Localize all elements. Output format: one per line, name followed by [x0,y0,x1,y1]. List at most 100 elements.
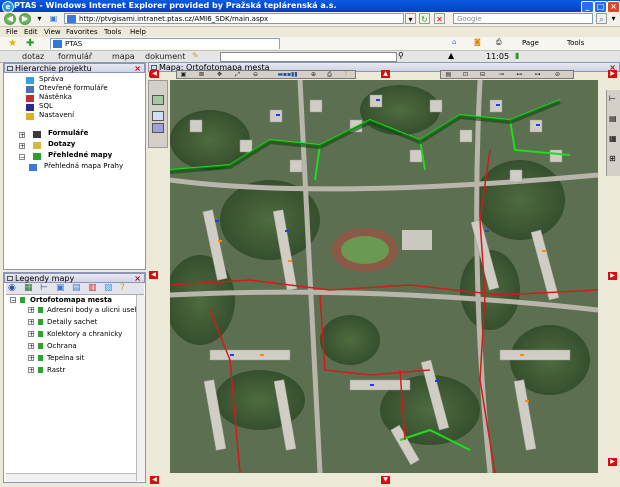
info-tool-icon[interactable] [152,111,164,121]
buffer-icon[interactable]: ⊶ [533,71,542,78]
expand-icon[interactable]: + [28,331,34,338]
pan-icon[interactable]: ✥ [215,71,224,78]
tree-item-sprava[interactable]: Správa [39,75,64,84]
identify-icon[interactable]: ⊟ [478,71,487,78]
collapse-right-arrow-icon[interactable]: ▶ [608,458,617,466]
select-area-icon[interactable]: ⊡ [461,71,470,78]
layer-check-icon[interactable] [38,355,43,361]
add-favorite-icon[interactable]: ✚ [26,38,34,49]
map-canvas[interactable] [170,80,598,473]
layer-tool-icon[interactable] [152,95,164,105]
zoom-out-icon[interactable]: ⊖ [251,71,260,78]
legend-export-icon[interactable]: ▧ [104,283,113,293]
app-menu-dotaz[interactable]: dotaz [22,51,44,62]
refresh-button[interactable]: ↻ [419,13,430,24]
menu-file[interactable]: File [6,27,18,37]
tree-group-dotazy[interactable]: Dotazy [48,140,75,149]
expand-icon[interactable]: + [28,343,34,350]
legend-help-icon[interactable]: ? [120,283,125,293]
layer-check-icon[interactable] [20,297,25,303]
orthophoto-map[interactable] [170,80,598,473]
print-map-icon[interactable]: ⎙ [325,71,334,78]
tree-item-nastaveni[interactable]: Nastavení [39,111,74,120]
grid-tool-icon[interactable] [152,123,164,133]
forward-button[interactable]: ▶ [19,13,31,25]
collapse-left-arrow-icon[interactable]: ◀ [149,271,158,279]
layer-check-icon[interactable] [38,319,43,325]
measure-area-icon[interactable]: ⊷ [515,71,524,78]
map-help-icon[interactable]: ? [341,71,350,78]
legend-layers-icon[interactable]: ▦ [24,283,33,293]
legend-root[interactable]: Ortofotomapa mesta [30,296,112,304]
search-icon[interactable]: ⌕ [596,13,607,24]
collapse-right-arrow-icon[interactable]: ▶ [608,70,617,78]
collapse-bottom-arrow-icon[interactable]: ▼ [381,476,390,484]
legend-layer[interactable]: Kolektory a chranicky [47,330,122,338]
expand-icon[interactable]: + [19,143,25,150]
ruler-icon[interactable]: ⊢ [609,94,616,103]
print-icon[interactable]: ⎙ [496,38,502,47]
close-panel-icon[interactable]: × [134,64,141,73]
layer-check-icon[interactable] [38,331,43,337]
select-tool-icon[interactable]: ▣ [179,71,188,78]
legend-tool-icon[interactable]: ◉ [8,283,16,293]
tree-group-formulare[interactable]: Formuláře [48,129,88,138]
favorites-star-icon[interactable]: ★ [8,38,17,49]
expand-icon[interactable]: + [19,132,25,139]
legend-vertical-scrollbar[interactable] [136,295,145,481]
binoculars-icon[interactable]: ⚲ [398,51,404,60]
expand-icon[interactable]: + [28,367,34,374]
tools-menu[interactable]: Tools [567,38,584,49]
menu-favorites[interactable]: Favorites [66,27,98,37]
collapse-top-arrow-icon[interactable]: ▲ [381,70,390,78]
tab-ptas[interactable]: PTAS [50,38,280,49]
collapse-icon[interactable]: − [19,154,25,161]
app-search-input[interactable] [220,52,397,62]
collapse-left-arrow-icon[interactable]: ◀ [150,70,159,78]
feeds-icon[interactable]: ◙ [474,38,481,46]
zoom-window-icon[interactable]: ⊠ [197,71,206,78]
layer-check-icon[interactable] [38,367,43,373]
tree-item-prehledna-mapa[interactable]: Přehledná mapa Prahy [44,162,123,171]
tree-group-prehledne-mapy[interactable]: Přehledné mapy [48,151,112,160]
zoom-in-icon[interactable]: ⊕ [309,71,318,78]
menu-view[interactable]: View [44,27,61,37]
layer-check-icon[interactable] [38,307,43,313]
zoom-extent-icon[interactable]: ⤢ [233,71,242,78]
expand-icon[interactable]: + [28,355,34,362]
legend-horizontal-scrollbar[interactable] [6,473,136,482]
legend-layer[interactable]: Adresni body a ulicni usek [47,306,139,314]
stop-button[interactable]: ✕ [434,13,445,24]
home-icon[interactable]: ⌂ [452,38,456,46]
legend-layer[interactable]: Ochrana [47,342,77,350]
app-menu-dokument[interactable]: dokument [145,51,185,62]
tools-icon[interactable]: ⊞ [609,154,616,163]
collapse-icon[interactable]: − [10,297,16,304]
search-input[interactable]: Google [453,13,593,24]
tree-item-otevrene[interactable]: Otevřené formuláře [39,84,108,93]
search-options-icon[interactable]: ▾ [608,13,619,24]
legend-layer[interactable]: Detaily sachet [47,318,97,326]
overview-icon[interactable]: ▦ [609,134,617,143]
url-field[interactable]: http://ptvgisami.intranet.ptas.cz/AMI6_S… [64,13,404,24]
legend-tree-icon[interactable]: ⊢ [40,283,48,293]
app-menu-mapa[interactable]: mapa [112,51,135,62]
legend-map-icon[interactable]: ▣ [56,283,65,293]
clear-selection-icon[interactable]: ⊘ [553,71,562,78]
back-button[interactable]: ◀ [4,13,16,25]
legend-layer[interactable]: Tepelna sit [47,354,84,362]
legend-view-icon[interactable]: ▤ [72,283,81,293]
expand-icon[interactable]: + [28,307,34,314]
help-folder-icon[interactable]: ✎ [192,51,199,60]
page-menu[interactable]: Page [522,38,539,49]
menu-help[interactable]: Help [130,27,146,37]
collapse-right-arrow-icon[interactable]: ▶ [608,272,617,280]
url-dropdown-button[interactable]: ▾ [405,13,416,24]
history-dropdown-icon[interactable]: ▾ [34,13,45,24]
tree-item-sql[interactable]: SQL [39,102,53,111]
measure-line-icon[interactable]: ⊸ [497,71,506,78]
tree-item-nastenka[interactable]: Nástěnka [39,93,72,102]
menu-tools[interactable]: Tools [104,27,121,37]
expand-icon[interactable]: + [28,319,34,326]
close-panel-icon[interactable]: × [134,274,141,283]
